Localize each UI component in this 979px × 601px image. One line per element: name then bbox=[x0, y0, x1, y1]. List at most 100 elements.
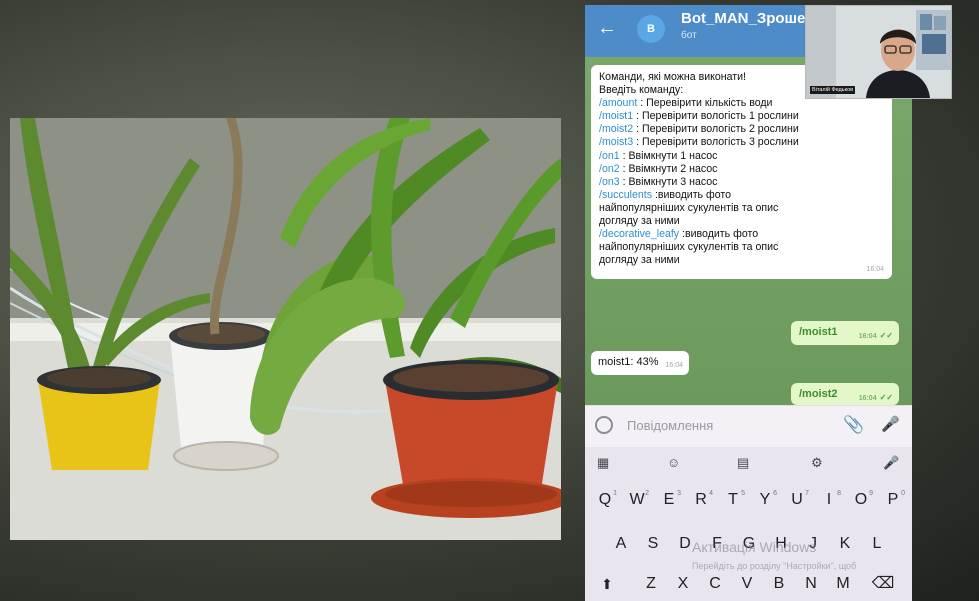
key-label: O bbox=[854, 491, 868, 508]
microphone-icon[interactable]: 🎤 bbox=[881, 415, 900, 433]
command-link-moist1[interactable]: /moist1 bbox=[599, 110, 633, 122]
key-label: I bbox=[826, 491, 832, 508]
key-number-hint: 6 bbox=[773, 490, 777, 497]
outgoing-message: /moist1 16:04 ✓✓ bbox=[791, 321, 899, 345]
key-k[interactable]: K bbox=[831, 527, 859, 561]
keyboard-toolbar: ▦ ☺ ▤ ⚙ 🎤 bbox=[585, 447, 912, 481]
command-link-on3[interactable]: /on3 bbox=[599, 176, 620, 188]
message-input[interactable]: Повідомлення bbox=[627, 418, 713, 433]
command-desc: :виводить фото bbox=[679, 228, 759, 241]
command-desc-cont: найпопулярніших сукулентів та опис bbox=[599, 241, 779, 254]
key-i[interactable]: I8 bbox=[815, 483, 843, 517]
key-c[interactable]: C bbox=[701, 567, 729, 601]
shift-key[interactable]: ⬆ bbox=[593, 567, 621, 601]
command-line: /succulents :виводить фото bbox=[599, 189, 884, 202]
back-arrow-icon[interactable]: ← bbox=[597, 18, 617, 38]
command-link-moist3[interactable]: /moist3 bbox=[599, 136, 633, 148]
key-o[interactable]: O9 bbox=[847, 483, 875, 517]
key-x[interactable]: X bbox=[669, 567, 697, 601]
key-u[interactable]: U7 bbox=[783, 483, 811, 517]
command-line: /moist1 : Перевірити вологість 1 рослини bbox=[599, 110, 884, 123]
command-link-on2[interactable]: /on2 bbox=[599, 163, 620, 175]
key-number-hint: 3 bbox=[677, 490, 681, 497]
command-link-amount[interactable]: /amount bbox=[599, 97, 637, 109]
key-number-hint: 5 bbox=[741, 490, 745, 497]
command-line: /on1 : Ввімкнути 1 насос bbox=[599, 150, 884, 163]
message-time: 16:04 bbox=[866, 266, 884, 274]
key-label: E bbox=[663, 491, 675, 508]
key-t[interactable]: T5 bbox=[719, 483, 747, 517]
plants-photo bbox=[10, 118, 561, 540]
voice-input-icon[interactable]: 🎤 bbox=[883, 455, 899, 471]
key-m[interactable]: M bbox=[829, 567, 857, 601]
bot-name[interactable]: Bot_MAN_Зрошен bbox=[681, 10, 814, 27]
windows-activation-title: Активація Windows bbox=[692, 539, 817, 555]
key-label: R bbox=[695, 491, 707, 508]
key-s[interactable]: S bbox=[639, 527, 667, 561]
backspace-key[interactable]: ⌫ bbox=[869, 567, 897, 601]
participant-name: Віталій Федьков bbox=[810, 86, 856, 94]
key-number-hint: 7 bbox=[805, 490, 809, 497]
command-line: /moist2 : Перевірити вологість 2 рослини bbox=[599, 123, 884, 136]
attach-icon[interactable]: 📎 bbox=[843, 415, 864, 435]
key-number-hint: 2 bbox=[645, 490, 649, 497]
key-p[interactable]: P0 bbox=[879, 483, 907, 517]
bot-avatar[interactable]: B bbox=[637, 15, 665, 43]
key-e[interactable]: E3 bbox=[655, 483, 683, 517]
keyboard: ▦ ☺ ▤ ⚙ 🎤 Q1W2E3R4T5Y6U7I8O9P0 ASDFGHJKL… bbox=[585, 447, 912, 601]
outgoing-message: /moist2 16:04 ✓✓ bbox=[791, 383, 899, 405]
command-desc-cont: догляду за ними bbox=[599, 254, 680, 267]
windows-activation-subtitle: Перейдіть до розділу "Настройки", щоб bbox=[692, 561, 857, 571]
sticker-icon[interactable]: ☺ bbox=[667, 455, 680, 470]
webcam-feed: Віталій Федьков bbox=[805, 5, 952, 99]
apps-grid-icon[interactable]: ▦ bbox=[597, 455, 609, 471]
key-label: T bbox=[728, 491, 738, 508]
time-text: 16:04 bbox=[858, 333, 877, 340]
key-n[interactable]: N bbox=[797, 567, 825, 601]
command-desc-cont: найпопулярніших сукулентів та опис bbox=[599, 201, 779, 214]
clipboard-icon[interactable]: ▤ bbox=[737, 455, 749, 471]
key-label: Y bbox=[759, 491, 771, 508]
message-time: 16:04 bbox=[665, 362, 683, 369]
message-text: /moist1 bbox=[799, 326, 838, 338]
bot-subtitle: бот bbox=[681, 30, 697, 41]
message-text: moist1: 43% bbox=[598, 356, 659, 368]
key-y[interactable]: Y6 bbox=[751, 483, 779, 517]
key-number-hint: 1 bbox=[613, 490, 617, 497]
key-q[interactable]: Q1 bbox=[591, 483, 619, 517]
command-desc-cont: догляду за ними bbox=[599, 215, 680, 228]
emoji-icon[interactable] bbox=[595, 416, 613, 434]
command-desc: : Перевірити вологість 1 рослини bbox=[633, 110, 799, 123]
key-number-hint: 8 bbox=[837, 490, 841, 497]
command-link-decorative-leafy[interactable]: /decorative_leafy bbox=[599, 228, 679, 240]
message-time: 16:04 ✓✓ bbox=[859, 393, 893, 402]
chat-area[interactable]: Команди, які можна виконати! Введіть ком… bbox=[585, 57, 912, 405]
key-a[interactable]: A bbox=[607, 527, 635, 561]
incoming-message: moist1: 43% 16:04 bbox=[591, 351, 689, 375]
double-check-icon: ✓✓ bbox=[879, 393, 893, 402]
key-label: Q bbox=[598, 491, 612, 508]
command-line: /on2 : Ввімкнути 2 насос bbox=[599, 163, 884, 176]
command-line: /on3 : Ввімкнути 3 насос bbox=[599, 176, 884, 189]
command-desc: : Перевірити вологість 3 рослини bbox=[633, 136, 799, 149]
key-b[interactable]: B bbox=[765, 567, 793, 601]
key-l[interactable]: L bbox=[863, 527, 891, 561]
key-label: U bbox=[791, 491, 803, 508]
key-label: P bbox=[887, 491, 899, 508]
command-desc: : Перевірити кількість води bbox=[637, 97, 773, 110]
message-input-bar[interactable]: Повідомлення 📎 🎤 bbox=[585, 405, 912, 448]
key-r[interactable]: R4 bbox=[687, 483, 715, 517]
command-line: /moist3 : Перевірити вологість 3 рослини bbox=[599, 136, 884, 149]
command-link-on1[interactable]: /on1 bbox=[599, 150, 620, 162]
settings-gear-icon[interactable]: ⚙ bbox=[811, 455, 823, 471]
command-link-succulents[interactable]: /succulents bbox=[599, 189, 652, 201]
message-time: 16:04 ✓✓ bbox=[859, 331, 893, 340]
command-desc: : Ввімкнути 3 насос bbox=[619, 175, 718, 188]
message-text: /moist2 bbox=[799, 388, 838, 400]
key-number-hint: 9 bbox=[869, 490, 873, 497]
command-desc: : Перевірити вологість 2 рослини bbox=[633, 123, 799, 136]
key-z[interactable]: Z bbox=[637, 567, 665, 601]
key-w[interactable]: W2 bbox=[623, 483, 651, 517]
command-link-moist2[interactable]: /moist2 bbox=[599, 123, 633, 135]
key-v[interactable]: V bbox=[733, 567, 761, 601]
